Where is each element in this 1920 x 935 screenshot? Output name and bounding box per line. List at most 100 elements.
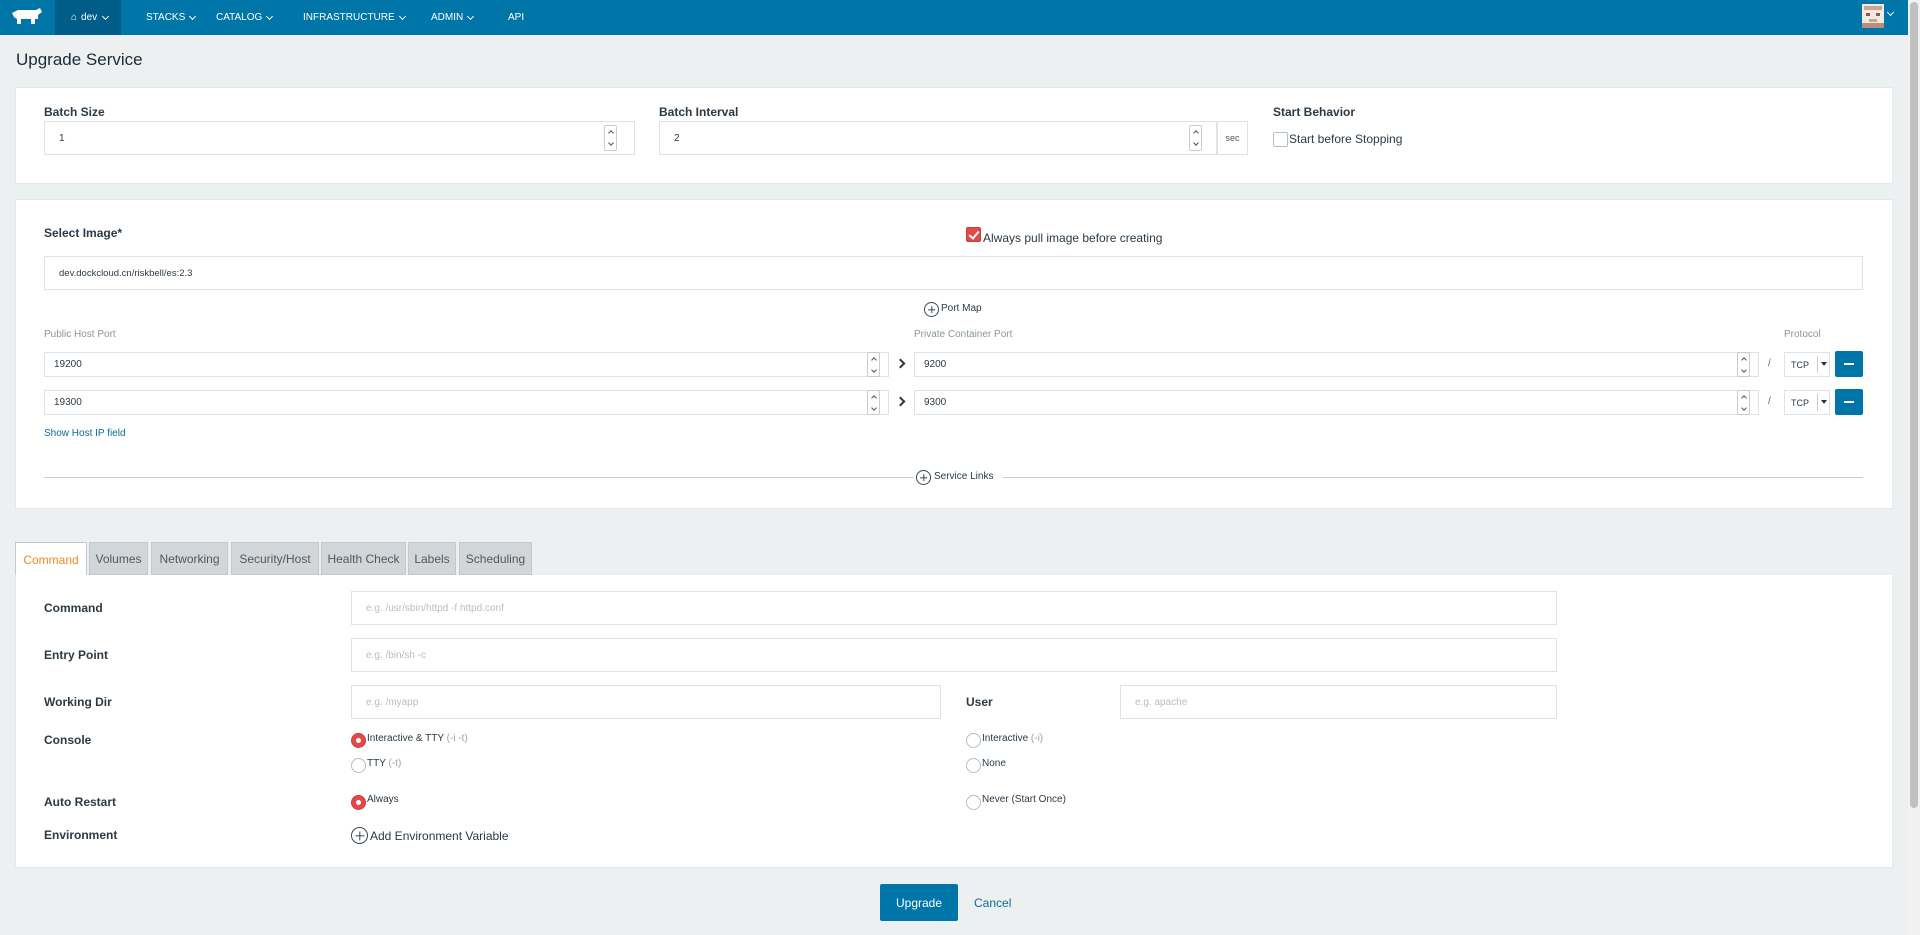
start-before-stopping-checkbox[interactable] [1273, 132, 1288, 147]
show-host-ip-link[interactable]: Show Host IP field [44, 428, 126, 439]
home-icon: ⌂ [71, 12, 78, 23]
console-tty-label: TTY (-t) [367, 758, 401, 769]
protocol-select[interactable]: TCP [1784, 390, 1830, 415]
console-label: Console [44, 733, 92, 747]
environment-label: Environment [44, 828, 118, 842]
cancel-button[interactable]: Cancel [974, 896, 1011, 910]
tab-labels[interactable]: Labels [408, 542, 456, 575]
console-none-radio[interactable] [966, 758, 981, 773]
add-port-map-button[interactable]: Port Map [941, 303, 982, 314]
restart-always-radio[interactable] [351, 795, 366, 810]
nav-stacks-label: STACKS [146, 12, 186, 23]
environment-name: dev [81, 12, 98, 23]
batch-size-input[interactable]: 1 [44, 121, 635, 155]
auto-restart-label: Auto Restart [44, 795, 117, 809]
page-scrollbar-thumb[interactable] [1910, 2, 1918, 808]
console-option-text: Interactive [982, 733, 1029, 744]
always-pull-label: Always pull image before creating [983, 231, 1163, 245]
private-port-input[interactable]: 9300 [914, 390, 1759, 415]
console-option-text: Interactive & TTY [367, 733, 444, 744]
tab-security-host[interactable]: Security/Host [231, 542, 319, 575]
tab-command[interactable]: Command [15, 542, 87, 576]
chevron-down-icon [398, 12, 406, 20]
public-port-input[interactable]: 19300 [44, 390, 889, 415]
private-port-stepper[interactable] [1737, 352, 1750, 377]
console-interactive-label: Interactive (-i) [982, 733, 1043, 744]
tab-volumes[interactable]: Volumes [89, 542, 148, 575]
add-port-map-icon[interactable] [924, 302, 939, 317]
working-dir-label: Working Dir [44, 695, 112, 709]
remove-port-button[interactable] [1835, 351, 1863, 377]
public-port-stepper[interactable] [867, 352, 880, 377]
chevron-down-icon [1817, 394, 1829, 411]
chevron-down-icon [1817, 356, 1829, 373]
console-option-text: TTY [367, 758, 386, 769]
avatar [1862, 4, 1884, 28]
user-menu[interactable] [1860, 2, 1895, 32]
private-port-stepper[interactable] [1737, 390, 1750, 415]
nav-catalog-label: CATALOG [216, 12, 263, 23]
console-option-hint: (-i -t) [446, 733, 468, 744]
public-host-port-label: Public Host Port [44, 329, 116, 340]
protocol-value: TCP [1791, 397, 1809, 408]
command-input[interactable]: e.g. /usr/sbin/httpd -f httpd.conf [351, 591, 1557, 625]
batch-interval-label: Batch Interval [659, 105, 739, 119]
nav-infrastructure[interactable]: INFRASTRUCTURE [303, 0, 406, 35]
entry-point-input[interactable]: e.g. /bin/sh -c [351, 638, 1557, 672]
nav-infrastructure-label: INFRASTRUCTURE [303, 12, 395, 23]
select-image-label: Select Image* [44, 226, 123, 240]
public-port-input[interactable]: 19200 [44, 352, 889, 377]
service-links-button[interactable]: Service Links [934, 471, 993, 482]
tab-scheduling[interactable]: Scheduling [459, 542, 532, 575]
nav-catalog[interactable]: CATALOG [216, 0, 274, 35]
console-option-hint: (-t) [388, 758, 402, 769]
add-service-link-icon[interactable] [916, 470, 931, 485]
restart-never-label: Never (Start Once) [982, 794, 1066, 805]
tab-networking[interactable]: Networking [151, 542, 228, 575]
image-input[interactable]: dev.dockcloud.cn/riskbell/es:2.3 [44, 256, 1863, 290]
public-port-stepper[interactable] [867, 390, 880, 415]
working-dir-input[interactable]: e.g. /myapp [351, 685, 941, 719]
console-tty-radio[interactable] [351, 758, 366, 773]
nav-stacks[interactable]: STACKS [146, 0, 197, 35]
add-environment-variable-button[interactable]: Add Environment Variable [370, 829, 509, 843]
nav-admin[interactable]: ADMIN [431, 0, 475, 35]
always-pull-checkbox[interactable] [966, 227, 981, 242]
console-option-hint: (-i) [1030, 733, 1044, 744]
batch-interval-stepper[interactable] [1189, 125, 1202, 151]
nav-admin-label: ADMIN [431, 12, 464, 23]
user-label: User [966, 695, 993, 709]
nav-api[interactable]: API [508, 0, 524, 35]
port-separator: / [1768, 358, 1771, 369]
chevron-down-icon [189, 12, 197, 20]
port-separator: / [1768, 396, 1771, 407]
divider [44, 477, 914, 478]
protocol-value: TCP [1791, 359, 1809, 370]
user-input[interactable]: e.g. apache [1120, 685, 1557, 719]
add-environment-variable-icon[interactable] [351, 827, 368, 844]
tab-health-check[interactable]: Health Check [321, 542, 406, 575]
protocol-select[interactable]: TCP [1784, 352, 1830, 377]
batch-size-stepper[interactable] [604, 125, 617, 151]
chevron-down-icon [102, 12, 110, 20]
batch-interval-unit: sec [1217, 121, 1248, 155]
upgrade-button[interactable]: Upgrade [880, 884, 958, 921]
batch-interval-input[interactable]: 2 [659, 121, 1217, 155]
environment-switcher[interactable]: ⌂ dev [55, 0, 121, 35]
restart-always-label: Always [367, 794, 399, 805]
batch-size-label: Batch Size [44, 105, 105, 119]
command-label: Command [44, 601, 103, 615]
top-navbar: ⌂ dev STACKS CATALOG INFRASTRUCTURE ADMI… [0, 0, 1920, 35]
console-interactive-tty-label: Interactive & TTY (-i -t) [367, 733, 468, 744]
start-before-stopping-label: Start before Stopping [1289, 132, 1403, 146]
protocol-label: Protocol [1784, 329, 1821, 340]
remove-port-button[interactable] [1835, 389, 1863, 415]
console-none-label: None [982, 758, 1006, 769]
console-interactive-radio[interactable] [966, 733, 981, 748]
restart-never-radio[interactable] [966, 795, 981, 810]
divider [1003, 477, 1863, 478]
console-interactive-tty-radio[interactable] [351, 733, 366, 748]
private-port-input[interactable]: 9200 [914, 352, 1759, 377]
chevron-down-icon [467, 12, 475, 20]
rancher-logo-icon[interactable] [10, 7, 44, 28]
